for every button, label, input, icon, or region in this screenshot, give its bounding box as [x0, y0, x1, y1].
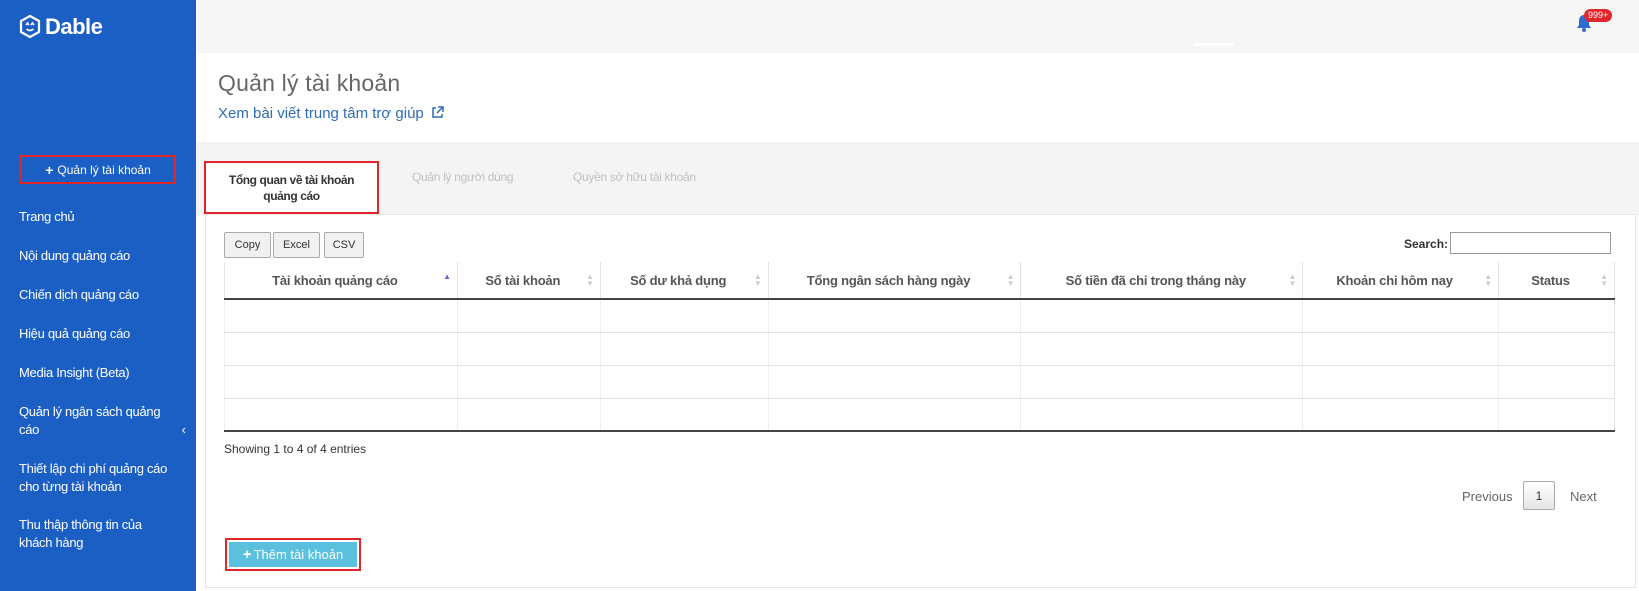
- column-header-status[interactable]: Status ▲ ▼: [1498, 262, 1615, 300]
- sort-icon: ▲ ▼: [753, 272, 762, 288]
- table-cell: [599, 398, 769, 432]
- table-cell: [767, 365, 1021, 399]
- page-title: Quản lý tài khoản: [218, 70, 401, 96]
- table-row[interactable]: [224, 398, 1615, 432]
- tab-account-ownership[interactable]: Quyền sở hữu tài khoản: [573, 170, 696, 184]
- table-cell: [1020, 365, 1303, 399]
- table-row[interactable]: [224, 365, 1615, 399]
- table-cell: [1302, 365, 1499, 399]
- table-cell: [599, 299, 769, 333]
- table-cell: [1498, 365, 1615, 399]
- sidebar-item-budget: Quản lý ngân sách quảng cáo: [19, 404, 161, 437]
- table-cell: [224, 398, 458, 432]
- sort-asc-icon: ▲: [443, 272, 451, 281]
- table-cell: [1302, 299, 1499, 333]
- table-cell: [1020, 398, 1303, 432]
- table-cell: [1020, 332, 1303, 366]
- table-cell: [767, 299, 1021, 333]
- table-cell: [1498, 398, 1615, 432]
- accounts-table: Tài khoản quảng cáo ▲ Số tài khoản ▲ ▼ Số d…: [224, 262, 1615, 432]
- sidebar-item-performance[interactable]: Hiệu quả quảng cáo: [19, 325, 130, 343]
- sidebar-item-media-insight[interactable]: Media Insight (Beta): [19, 364, 130, 382]
- tab-account-overview-label: Tổng quan về tài khoản quảng cáo: [228, 172, 355, 203]
- table-cell: [599, 332, 769, 366]
- sort-icon: ▲ ▼: [1600, 272, 1608, 288]
- sidebar-item-home[interactable]: Trang chủ: [19, 208, 75, 226]
- table-cell: [1302, 398, 1499, 432]
- column-header-account-number[interactable]: Số tài khoản ▲ ▼: [456, 262, 601, 300]
- search-label: Search:: [1404, 237, 1449, 251]
- table-cell: [767, 398, 1021, 432]
- column-header-label: Status: [1531, 272, 1570, 288]
- top-bar-divider: [1194, 43, 1234, 46]
- tab-user-management[interactable]: Quản lý người dùng: [412, 170, 514, 184]
- pagination-next[interactable]: Next: [1570, 489, 1597, 504]
- column-header-daily-budget[interactable]: Tổng ngân sách hàng ngày ▲ ▼: [767, 262, 1021, 300]
- excel-button[interactable]: Excel: [273, 232, 320, 258]
- table-cell: [1498, 332, 1615, 366]
- sidebar-item-budget-wrap[interactable]: Quản lý ngân sách quảng cáo ‹: [19, 403, 186, 439]
- column-header-label: Khoản chi hôm nay: [1336, 272, 1453, 288]
- help-link-label: Xem bài viết trung tâm trợ giúp: [218, 105, 424, 122]
- table-cell: [224, 365, 458, 399]
- table-header-row: Tài khoản quảng cáo ▲ Số tài khoản ▲ ▼ Số d…: [224, 262, 1615, 300]
- table-cell: [224, 299, 458, 333]
- pagination-previous[interactable]: Previous: [1462, 489, 1513, 504]
- column-header-today-spend[interactable]: Khoản chi hôm nay ▲ ▼: [1302, 262, 1499, 300]
- tab-account-overview[interactable]: Tổng quan về tài khoản quảng cáo: [204, 161, 379, 214]
- sidebar-item-ad-content[interactable]: Nội dung quảng cáo: [19, 247, 130, 265]
- sidebar-item-customer-info[interactable]: Thu thập thông tin của khách hàng: [19, 516, 149, 552]
- plus-icon: +: [242, 546, 252, 563]
- column-header-label: Số tiền đã chi trong tháng này: [1065, 272, 1247, 288]
- sidebar: Dable + Quản lý tài khoản Trang chủ Nội …: [0, 0, 196, 591]
- table-cell: [456, 299, 601, 333]
- logo[interactable]: Dable: [19, 14, 103, 40]
- column-header-month-spend[interactable]: Số tiền đã chi trong tháng này ▲ ▼: [1020, 262, 1303, 300]
- add-account-label: Thêm tài khoản: [253, 547, 344, 562]
- table-cell: [767, 332, 1021, 366]
- table-cell: [599, 365, 769, 399]
- sidebar-item-cost-settings[interactable]: Thiết lập chi phí quảng cáo cho từng tài…: [19, 460, 169, 496]
- column-header-ad-account[interactable]: Tài khoản quảng cáo ▲: [224, 262, 458, 300]
- sort-icon: ▲ ▼: [1288, 272, 1297, 288]
- manage-accounts-button[interactable]: + Quản lý tài khoản: [20, 155, 176, 184]
- sidebar-item-campaigns[interactable]: Chiến dịch quảng cáo: [19, 286, 139, 304]
- csv-button[interactable]: CSV: [324, 232, 364, 258]
- help-link[interactable]: Xem bài viết trung tâm trợ giúp: [218, 105, 445, 122]
- brand-name: Dable: [45, 14, 103, 39]
- table-info: Showing 1 to 4 of 4 entries: [224, 442, 367, 456]
- sort-icon: ▲ ▼: [1006, 272, 1015, 288]
- table-row[interactable]: [224, 299, 1615, 333]
- column-header-label: Số tài khoản: [485, 272, 561, 288]
- column-header-label: Tài khoản quảng cáo: [272, 272, 398, 288]
- top-bar: [196, 0, 1639, 53]
- table-body: [224, 299, 1615, 432]
- column-header-available-balance[interactable]: Số dư khả dụng ▲ ▼: [599, 262, 769, 300]
- table-cell: [1302, 332, 1499, 366]
- table-row[interactable]: [224, 332, 1615, 366]
- sort-icon: ▲ ▼: [1484, 272, 1493, 288]
- column-header-label: Tổng ngân sách hàng ngày: [806, 272, 971, 288]
- table-cell: [456, 398, 601, 432]
- table-cell: [224, 332, 458, 366]
- pagination-page-1[interactable]: 1: [1523, 481, 1555, 510]
- table-cell: [1020, 299, 1303, 333]
- add-account-button[interactable]: + Thêm tài khoản: [229, 542, 357, 567]
- dable-logo-icon: [19, 15, 41, 39]
- table-cell: [456, 332, 601, 366]
- notification-badge: 999+: [1584, 9, 1613, 22]
- manage-accounts-label: Quản lý tài khoản: [57, 162, 151, 177]
- chevron-left-icon: ‹: [181, 422, 186, 437]
- plus-icon: +: [45, 161, 54, 178]
- copy-button[interactable]: Copy: [224, 232, 271, 258]
- table-cell: [1498, 299, 1615, 333]
- search-input[interactable]: [1450, 232, 1611, 254]
- sort-icon: ▲ ▼: [586, 272, 594, 288]
- column-header-label: Số dư khả dụng: [630, 272, 727, 288]
- table-cell: [456, 365, 601, 399]
- external-link-icon: [432, 106, 444, 118]
- add-account-button-frame[interactable]: + Thêm tài khoản: [225, 538, 361, 571]
